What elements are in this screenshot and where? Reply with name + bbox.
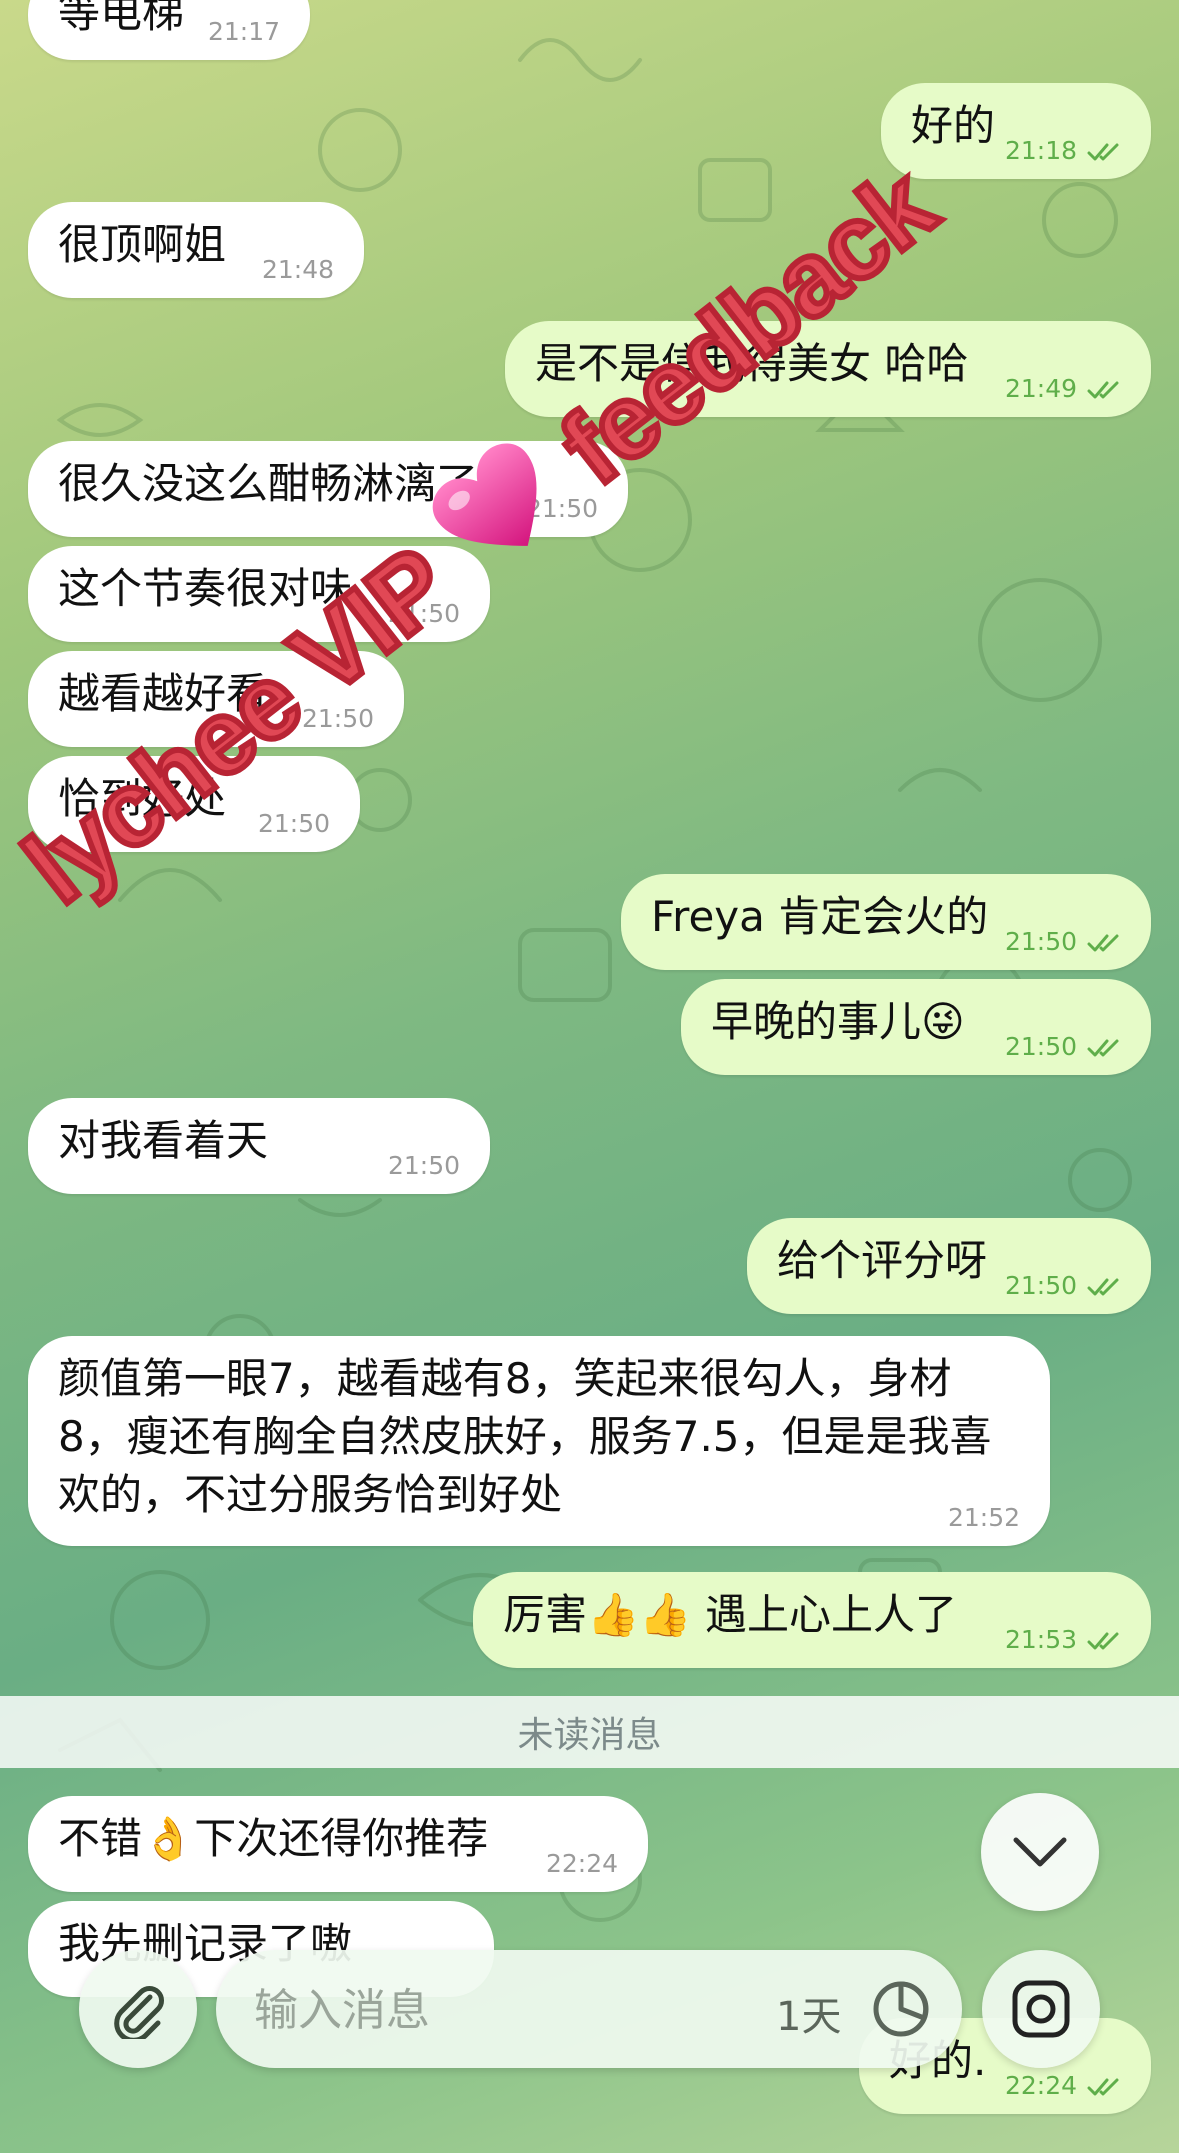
- message-time-text: 21:18: [1004, 136, 1077, 165]
- message-text: 对我看着天: [58, 1116, 269, 1165]
- message-time: 21:52: [948, 1504, 1020, 1532]
- outgoing-message[interactable]: 给个评分呀 21:50: [747, 1218, 1151, 1314]
- watermark-right-text: feedback: [537, 144, 957, 509]
- incoming-message[interactable]: 颜值第一眼7，越看越有8，笑起来很勾人，身材8，瘦还有胸全自然皮肤好，服务7.5…: [28, 1336, 1050, 1546]
- message-text: 好的: [911, 101, 996, 150]
- message-time-text: 21:52: [947, 1503, 1020, 1532]
- message-time: 21:17: [208, 18, 280, 46]
- message-time-text: 21:50: [1004, 1271, 1077, 1300]
- unread-divider-label: 未读消息: [517, 1715, 662, 1756]
- message-time-text: 22:24: [1004, 2071, 1077, 2100]
- message-time: 21:50: [388, 1152, 460, 1180]
- outgoing-message[interactable]: 厉害👍👍 遇上心上人了 21:53: [473, 1572, 1151, 1668]
- paperclip-icon: [114, 1986, 164, 2039]
- incoming-message[interactable]: 对我看着天 21:50: [28, 1098, 490, 1194]
- outgoing-message[interactable]: Freya 肯定会火的 21:50: [621, 874, 1151, 970]
- read-checkmarks-icon: [1087, 137, 1123, 165]
- message-time: 21:50: [1005, 1272, 1123, 1300]
- attach-button[interactable]: [79, 1950, 197, 2068]
- read-checkmarks-icon: [1087, 928, 1123, 956]
- message-time-text: 21:17: [207, 17, 280, 46]
- message-time-text: 21:50: [1004, 1032, 1077, 1061]
- message-text: 不错👌下次还得你推荐: [58, 1814, 489, 1863]
- message-text: Freya 肯定会火的: [651, 892, 989, 941]
- incoming-message[interactable]: 很顶啊姐 21:48: [28, 202, 364, 298]
- message-time: 22:24: [546, 1850, 618, 1878]
- message-time-text: 21:53: [1004, 1625, 1077, 1654]
- message-composer: 1天: [216, 1950, 962, 2068]
- scroll-to-bottom-button[interactable]: [981, 1793, 1099, 1911]
- message-time-text: 22:24: [545, 1849, 618, 1878]
- message-time: 22:24: [1005, 2072, 1123, 2100]
- message-input[interactable]: [252, 1974, 756, 2046]
- message-time-text: 21:50: [387, 1151, 460, 1180]
- camera-button[interactable]: [982, 1950, 1100, 2068]
- message-time: 21:49: [1005, 375, 1123, 403]
- message-text: 早晚的事儿😜: [711, 997, 965, 1046]
- auto-delete-timer-label[interactable]: 1天: [776, 1984, 841, 2042]
- outgoing-message[interactable]: 好的 21:18: [881, 83, 1151, 179]
- message-text: 很顶啊姐: [58, 220, 227, 269]
- message-time-text: 21:50: [1004, 927, 1077, 956]
- camera-icon: [1012, 1980, 1070, 2038]
- message-text: 厉害👍👍 遇上心上人了: [503, 1590, 957, 1639]
- message-text: 等电梯: [58, 0, 185, 37]
- message-text: 颜值第一眼7，越看越有8，笑起来很勾人，身材8，瘦还有胸全自然皮肤好，服务7.5…: [58, 1354, 992, 1519]
- chevron-down-icon: [1013, 1837, 1067, 1867]
- message-time-text: 21:49: [1004, 374, 1077, 403]
- message-time: 21:18: [1005, 137, 1123, 165]
- message-time-text: 21:48: [261, 255, 334, 284]
- incoming-message[interactable]: 不错👌下次还得你推荐 22:24: [28, 1796, 648, 1892]
- outgoing-message[interactable]: 早晚的事儿😜 21:50: [681, 979, 1151, 1075]
- message-time: 21:53: [1005, 1626, 1123, 1654]
- read-checkmarks-icon: [1087, 2072, 1123, 2100]
- heart-icon: [416, 426, 594, 606]
- read-checkmarks-icon: [1087, 1272, 1123, 1300]
- read-checkmarks-icon: [1087, 1626, 1123, 1654]
- message-time: 21:48: [262, 256, 334, 284]
- message-time: 21:50: [1005, 928, 1123, 956]
- message-text: 给个评分呀: [777, 1236, 988, 1285]
- message-time: 21:50: [1005, 1033, 1123, 1061]
- timer-icon[interactable]: [870, 1978, 932, 2044]
- incoming-message[interactable]: 等电梯 21:17: [28, 0, 310, 60]
- unread-divider: 未读消息: [0, 1696, 1179, 1768]
- read-checkmarks-icon: [1087, 375, 1123, 403]
- read-checkmarks-icon: [1087, 1033, 1123, 1061]
